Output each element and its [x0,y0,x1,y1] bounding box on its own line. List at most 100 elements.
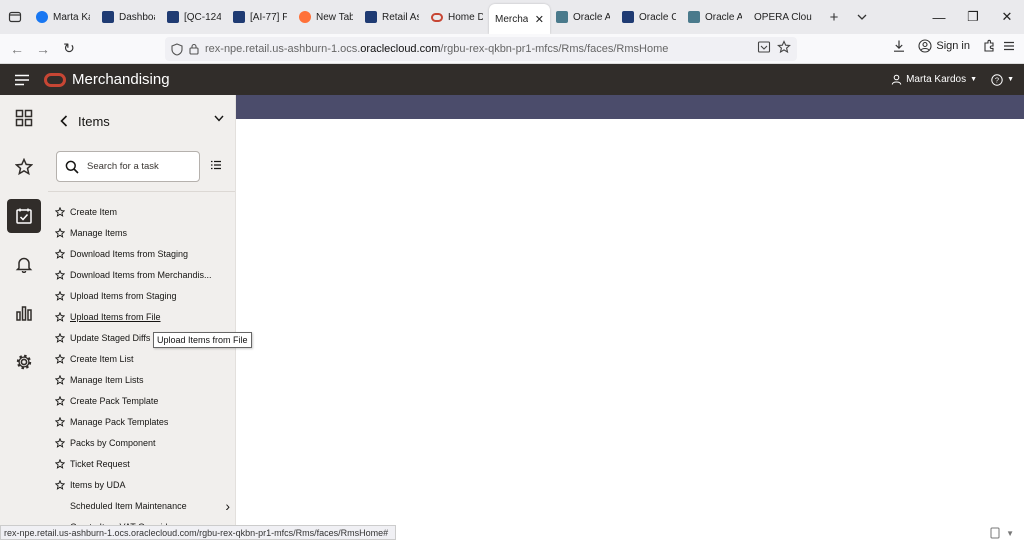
rail-item-tasks[interactable] [7,199,41,233]
chevron-right-icon: › [225,497,230,514]
oracle-apex-icon [688,11,700,23]
task-list: Create Item Manage Items Download Items fr… [48,201,235,526]
task-item[interactable]: Ticket Request [48,453,235,474]
rail-item-settings[interactable] [7,345,41,379]
favorite-star-icon[interactable] [55,479,65,490]
help-icon: ? [991,73,1003,86]
task-item[interactable]: Manage Items [48,222,235,243]
task-item[interactable]: Manage Item Lists [48,369,235,390]
close-window-button[interactable]: ✕ [990,0,1024,34]
jira-doc-icon [233,11,245,23]
bookmark-star-icon[interactable] [777,40,791,54]
oracle-logo [44,72,66,87]
browser-tab[interactable]: Oracle A [682,3,748,31]
favorite-star-icon[interactable] [55,227,65,238]
browser-tab[interactable]: Home D [425,3,489,31]
task-search-input[interactable]: Search for a task [56,151,200,182]
favorite-star-icon[interactable] [55,248,65,259]
restore-button[interactable]: ❐ [956,0,990,34]
reader-view-icon[interactable] [757,40,771,54]
list-all-tabs-button[interactable] [848,3,876,31]
tab-label: Marta Ka [53,11,90,23]
chevron-down-icon[interactable] [214,115,224,122]
task-item[interactable]: Scheduled Item Maintenance › [48,495,235,516]
task-item[interactable]: Download Items from Staging [48,243,235,264]
reload-button[interactable]: ↻ [56,36,82,62]
browser-tab[interactable]: Marta Ka [30,3,96,31]
rail-item-dashboards[interactable] [7,101,41,135]
favorite-star-icon[interactable] [55,332,65,343]
favorite-star-icon[interactable] [55,290,65,301]
task-item[interactable]: Create Item VAT Overrides› [48,516,235,526]
browser-tab[interactable]: [QC-124 [161,3,227,31]
task-item[interactable]: Packs by Component [48,432,235,453]
tab-label: Retail As [382,11,419,23]
facebook-icon [36,11,48,23]
panel-header: Items [48,95,235,147]
favorite-star-icon[interactable] [55,269,65,280]
browser-tab[interactable]: Dashboa [96,3,161,31]
task-item[interactable]: Upload Items from Staging [48,285,235,306]
task-item[interactable]: Manage Pack Templates [48,411,235,432]
navigator-menu-button[interactable] [0,64,44,95]
browser-tab[interactable]: Merchanc ✕ [489,4,550,34]
tasks-icon [16,208,32,224]
browser-tab[interactable]: Oracle C [616,3,682,31]
list-view-button[interactable] [210,159,222,173]
app-title: Merchandising [72,71,170,88]
minimize-button[interactable]: — [922,0,956,34]
favorite-star-icon[interactable] [55,374,65,385]
task-item[interactable]: Upload Items from File [48,306,235,327]
chevron-down-icon: ▼ [1006,528,1014,538]
close-tab-icon[interactable]: ✕ [535,13,544,26]
rail-item-notifications[interactable] [7,247,41,281]
task-item[interactable]: Items by UDA [48,474,235,495]
favorite-star-icon[interactable] [55,206,65,217]
favorite-star-icon[interactable] [55,416,65,427]
app-menu-icon[interactable] [1002,39,1016,53]
extensions-icon[interactable] [982,39,996,53]
user-menu[interactable]: Marta Kardos ▼ [891,74,977,85]
task-item[interactable]: Download Items from Merchandis... [48,264,235,285]
sign-in-button[interactable]: Sign in [912,36,976,56]
forward-button[interactable]: → [30,36,56,62]
browser-tab[interactable]: Retail As [359,3,425,31]
address-bar[interactable]: rex-npe.retail.us-ashburn-1.ocs.oraclecl… [165,37,797,61]
tab-label: Merchanc [495,13,528,25]
rail-item-reports[interactable] [7,296,41,330]
favorite-star-icon[interactable] [55,353,65,364]
task-item[interactable]: Create Item List [48,348,235,369]
tooltip: Upload Items from File [153,332,252,348]
download-icon[interactable] [892,39,906,53]
rail-item-favorites[interactable] [7,150,41,184]
favorite-star-icon[interactable] [55,437,65,448]
task-item[interactable]: Create Pack Template [48,390,235,411]
browser-tab[interactable]: OPERA Clou [748,3,820,31]
new-tab-button[interactable]: + [820,3,848,31]
chevron-left-icon[interactable] [60,115,68,127]
plus-icon: + [829,8,839,26]
svg-text:?: ? [995,75,999,84]
browser-tab[interactable]: Oracle A [550,3,616,31]
back-button[interactable]: ← [4,36,30,62]
oracle-icon [431,12,443,22]
close-icon: ✕ [1001,9,1013,24]
tab-overview-button[interactable] [0,0,30,34]
chevron-down-icon [857,14,867,20]
account-icon [918,39,932,53]
app-header: Merchandising Marta Kardos ▼ ? ▼ [0,64,1024,95]
task-item[interactable]: Create Item [48,201,235,222]
shield-icon [171,42,183,56]
task-label: Manage Items [70,227,128,238]
browser-tab-strip: Marta Ka Dashboa [QC-124 [AI-77] F New Tab Re… [0,0,1024,34]
window-controls: — ❐ ✕ [922,0,1024,34]
browser-tab[interactable]: [AI-77] F [227,3,293,31]
minimize-icon: — [932,9,946,25]
help-menu[interactable]: ? ▼ [991,73,1014,86]
favorite-star-icon[interactable] [55,458,65,469]
favorite-star-icon[interactable] [55,311,65,322]
task-label: Upload Items from Staging [70,290,177,301]
favorite-star-icon[interactable] [55,395,65,406]
browser-tab[interactable]: New Tab [293,3,359,31]
tab-label: OPERA Clou [754,11,812,23]
